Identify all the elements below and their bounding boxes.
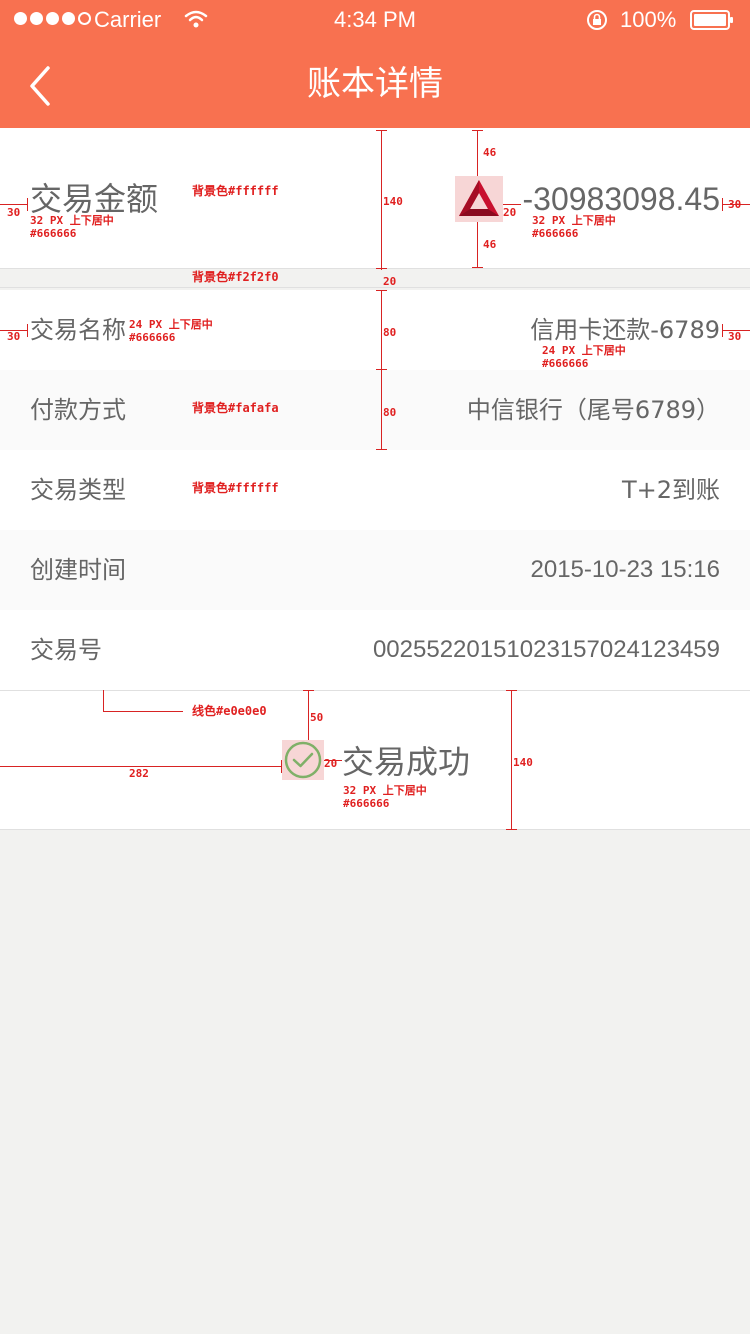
annotation-text: 80 [383, 326, 397, 339]
annotation-line [103, 690, 104, 712]
annotation-text: 背景色#ffffff [192, 184, 279, 198]
annotation-line [503, 204, 521, 205]
annotation-text: 32 PX 上下居中 [532, 214, 616, 227]
rotation-lock-icon [587, 10, 607, 30]
annotation-text: #666666 [129, 331, 176, 344]
annotation-text: 50 [310, 711, 324, 724]
annotation-text: 背景色#f2f2f0 [192, 270, 279, 284]
annotation-text: 线色#e0e0e0 [192, 704, 267, 718]
result-text: 交易成功 [342, 743, 471, 781]
annotation-line [376, 130, 387, 131]
annotation-text: 32 PX 上下居中 [343, 784, 427, 797]
row-value: 00255220151023157024123459 [372, 636, 720, 663]
annotation-text: 30 [728, 198, 742, 211]
annotation-line [103, 711, 183, 712]
annotation-line [722, 198, 723, 211]
annotation-text: 30 [728, 330, 742, 343]
annotation-line [303, 690, 314, 691]
annotation-line [477, 130, 478, 176]
annotation-text: #666666 [532, 227, 579, 240]
row-value: T+2到账 [621, 476, 720, 504]
annotation-text: 46 [483, 238, 497, 251]
annotation-line [477, 222, 478, 268]
annotation-line [381, 130, 382, 270]
annotation-text: 140 [383, 195, 403, 208]
detail-row-created: 创建时间 2015-10-23 15:16 [0, 530, 750, 610]
annotation-text: 282 [129, 767, 149, 780]
detail-row-txn-id: 交易号 00255220151023157024123459 [0, 610, 750, 690]
annotation-line [376, 268, 387, 269]
annotation-line [376, 369, 387, 370]
annotation-line [722, 324, 723, 337]
row-label: 交易名称 [30, 316, 126, 344]
battery-icon [690, 10, 733, 30]
annotation-line [27, 324, 28, 337]
annotation-text: 24 PX 上下居中 [129, 318, 213, 331]
annotation-text: 46 [483, 146, 497, 159]
annotation-line [472, 130, 483, 131]
annotation-text: 20 [324, 757, 338, 770]
annotation-line [511, 690, 512, 830]
detail-row-payment: 付款方式 中信银行（尾号6789） [0, 370, 750, 450]
row-label: 交易类型 [30, 476, 126, 504]
battery-percent: 100% [620, 7, 677, 32]
annotation-line [0, 204, 28, 205]
annotation-text: 20 [383, 275, 397, 288]
row-label: 创建时间 [30, 556, 126, 584]
annotation-line [381, 290, 382, 450]
row-label: 交易号 [30, 636, 102, 664]
annotation-text: 32 PX 上下居中 [30, 214, 114, 227]
row-value: 中信银行（尾号6789） [466, 396, 720, 424]
annotation-text: #666666 [343, 797, 390, 810]
annotation-text: 30 [7, 206, 21, 219]
annotation-line [376, 449, 387, 450]
annotation-text: 30 [7, 330, 21, 343]
annotation-text: 80 [383, 406, 397, 419]
annotation-line [506, 829, 517, 830]
annotation-line [472, 267, 483, 268]
detail-row-type: 交易类型 T+2到账 [0, 450, 750, 530]
check-circle-icon [284, 741, 322, 779]
annotation-line [27, 198, 28, 211]
annotation-line [506, 690, 517, 691]
detail-row-name: 交易名称 信用卡还款-6789 [0, 290, 750, 370]
row-value: 2015-10-23 15:16 [530, 556, 721, 583]
citic-bank-logo-icon [455, 176, 503, 222]
annotation-text: 背景色#fafafa [192, 401, 279, 415]
annotation-text: 背景色#ffffff [192, 481, 279, 495]
annotation-text: #666666 [30, 227, 77, 240]
page-title: 账本详情 [307, 64, 443, 104]
section-gap [0, 268, 750, 288]
annotation-line [308, 690, 309, 740]
annotation-text: 20 [503, 206, 517, 219]
annotation-text: 140 [513, 756, 533, 769]
annotation-line [376, 290, 387, 291]
row-label: 付款方式 [30, 396, 126, 424]
annotation-line [281, 760, 282, 773]
status-bar: Carrier 4:34 PM 100% [0, 0, 750, 40]
annotation-text: 24 PX 上下居中 [542, 344, 626, 357]
annotation-text: #666666 [542, 357, 589, 370]
